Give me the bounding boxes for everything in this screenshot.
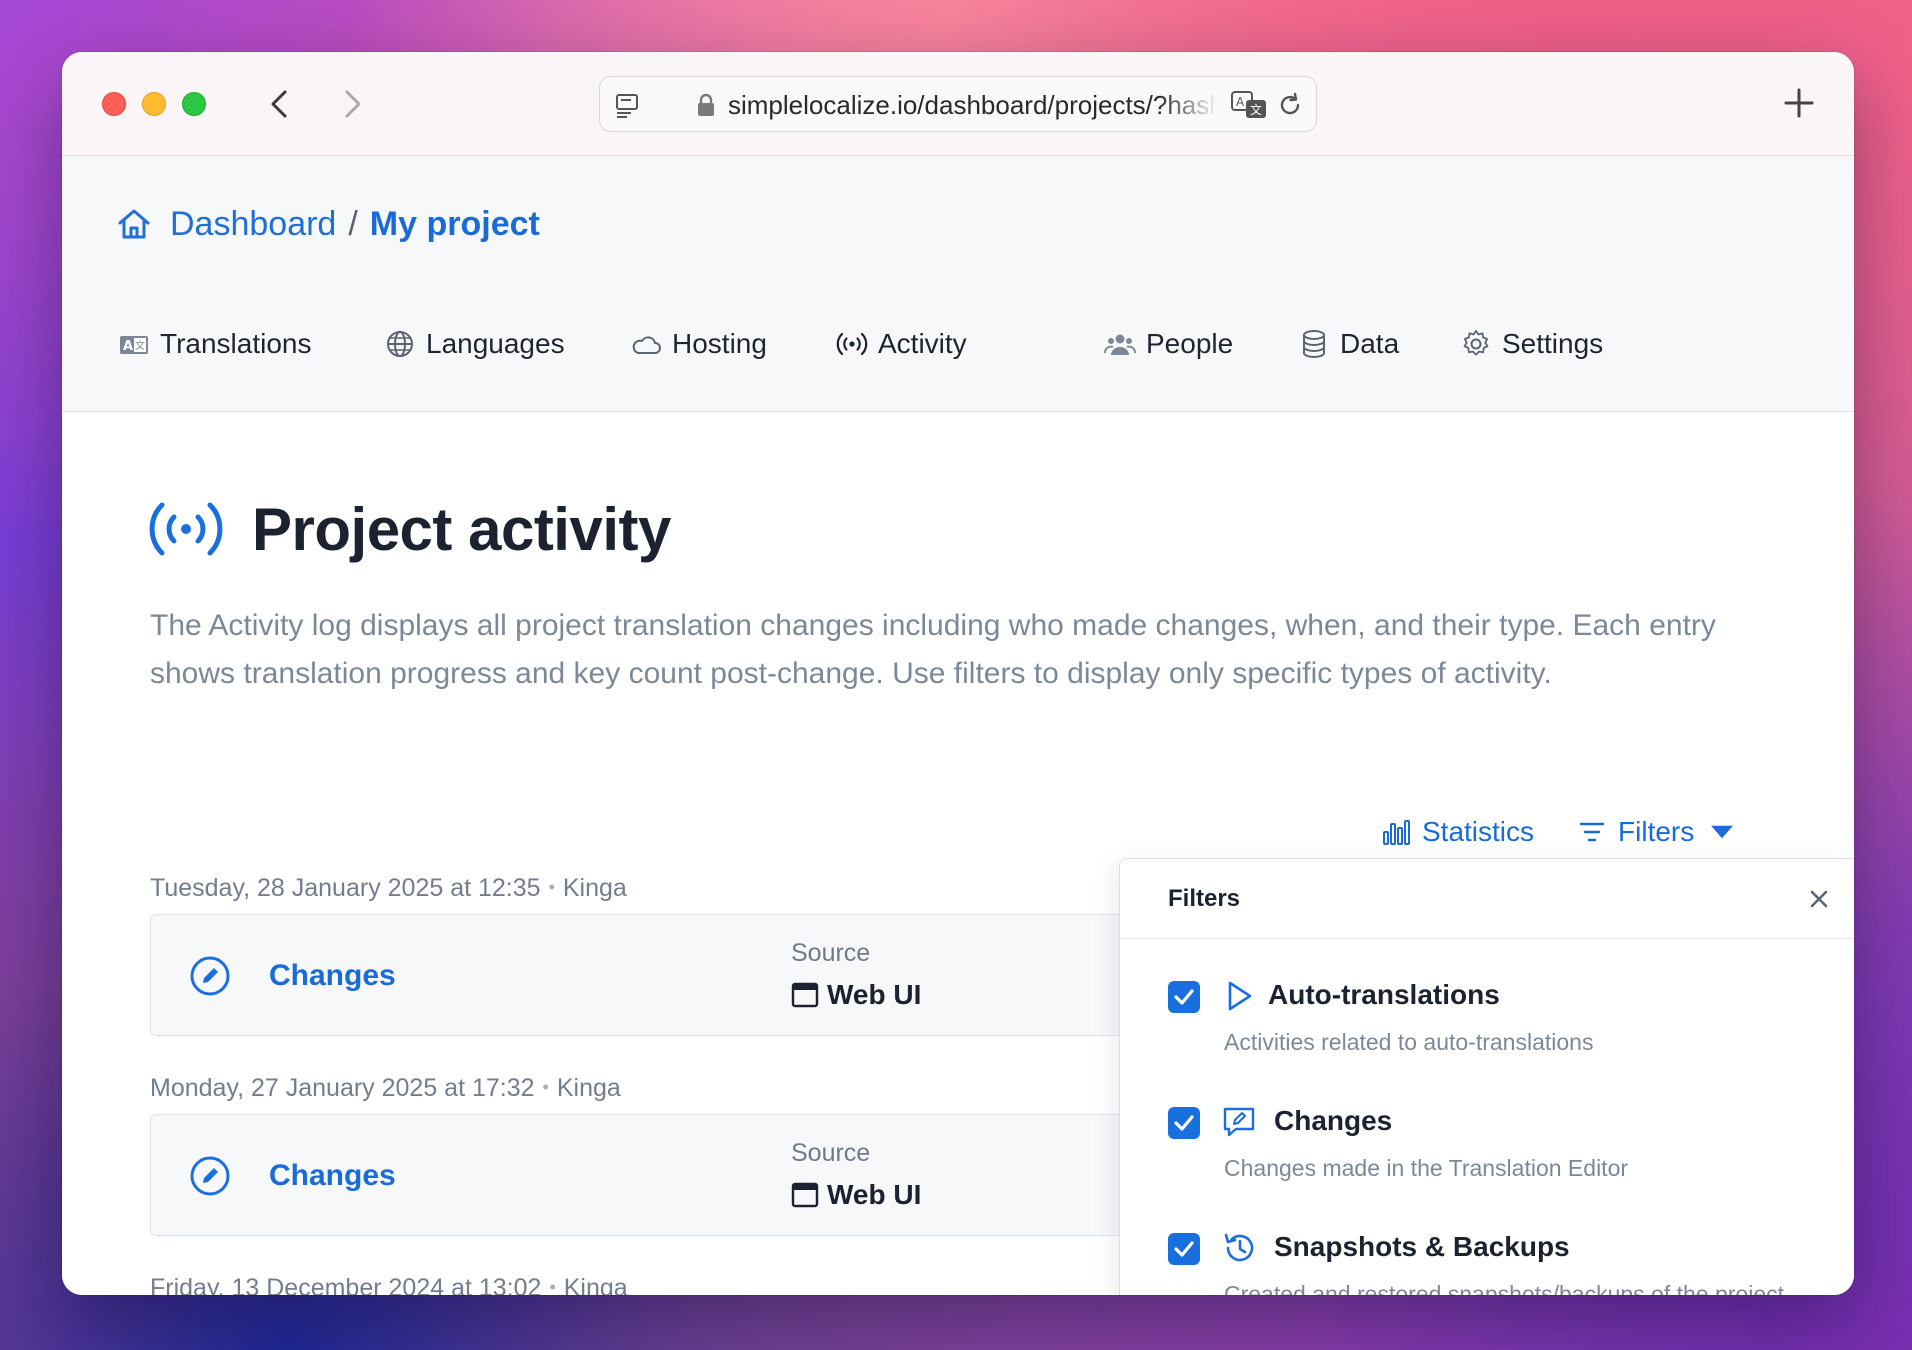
entry-title[interactable]: Changes: [269, 1159, 396, 1193]
gear-icon: [1463, 330, 1489, 356]
entry-user: Kinga: [556, 1074, 621, 1102]
tab-languages[interactable]: Languages: [384, 280, 565, 408]
entry-title[interactable]: Changes: [269, 959, 396, 993]
reload-icon[interactable]: [1276, 91, 1304, 119]
sidebar-toggle-icon[interactable]: [614, 91, 642, 119]
filter-checkbox[interactable]: [1168, 981, 1200, 1013]
tab-translations[interactable]: A 文 Translations: [118, 280, 311, 408]
activity-entry[interactable]: Changes Source Web UI: [150, 1114, 1150, 1236]
page-title-row: Project activity: [148, 494, 671, 564]
browser-window: simplelocalize.io/dashboard/projects/?ha…: [62, 52, 1854, 1295]
tab-label: Translations: [160, 328, 312, 359]
source-label: Source: [791, 1139, 871, 1167]
svg-text:A: A: [1236, 95, 1245, 109]
filter-checkbox[interactable]: [1168, 1107, 1200, 1139]
forward-arrow-icon[interactable]: [334, 86, 370, 122]
translate-page-icon[interactable]: A 文: [1230, 89, 1268, 121]
browser-toolbar: simplelocalize.io/dashboard/projects/?ha…: [62, 52, 1854, 156]
lock-icon: [698, 93, 714, 116]
filter-snapshots-backups[interactable]: Snapshots & Backups Created and restored…: [1168, 1229, 1848, 1295]
entry-user: Kinga: [562, 874, 627, 902]
edit-message-icon: [1223, 1107, 1255, 1137]
statistics-button[interactable]: Statistics: [1382, 816, 1534, 848]
history-icon: [1224, 1233, 1254, 1262]
entry-date-line: Monday, 27 January 2025 at 17:32 • Kinga: [150, 1074, 621, 1102]
filter-label: Snapshots & Backups: [1274, 1231, 1570, 1262]
people-icon: [1104, 334, 1136, 355]
filter-auto-translations[interactable]: Auto-translations Activities related to …: [1168, 977, 1848, 1077]
zoom-window-button[interactable]: [182, 92, 206, 116]
activity-toolbar: Statistics Filters: [1382, 812, 1736, 852]
tab-people[interactable]: People: [1104, 280, 1233, 408]
statistics-label: Statistics: [1422, 816, 1535, 847]
check-icon: [1174, 1115, 1194, 1131]
page-description: The Activity log displays all project tr…: [150, 609, 1716, 690]
source-value: Web UI: [791, 979, 921, 1011]
check-icon: [1174, 1241, 1194, 1257]
entry-user: Kinga: [563, 1274, 628, 1295]
broadcast-icon: [149, 502, 223, 556]
close-icon[interactable]: [1807, 887, 1831, 911]
filters-panel: Filters Auto-translations Activities rel…: [1119, 858, 1854, 1295]
tab-hosting[interactable]: Hosting: [630, 280, 767, 408]
filters-dropdown-button[interactable]: Filters: [1578, 816, 1736, 848]
tab-label: People: [1146, 328, 1234, 359]
breadcrumb: Dashboard / My project: [116, 202, 540, 246]
home-icon[interactable]: [116, 206, 152, 242]
bar-chart-icon: [1383, 820, 1410, 845]
filter-label: Auto-translations: [1268, 979, 1500, 1010]
browser-window-icon: [791, 982, 819, 1008]
filters-label: Filters: [1618, 816, 1695, 847]
tab-label: Activity: [878, 328, 967, 359]
page-title: Project activity: [252, 495, 671, 563]
browser-window-icon: [791, 1182, 819, 1208]
source-label: Source: [791, 939, 871, 967]
tab-data[interactable]: Data: [1298, 280, 1399, 408]
tab-settings[interactable]: Settings: [1460, 280, 1603, 408]
breadcrumb-current-project[interactable]: My project: [370, 205, 540, 244]
database-icon: [1303, 330, 1325, 358]
tab-label: Hosting: [672, 328, 767, 359]
filters-panel-header: Filters: [1120, 859, 1854, 939]
svg-text:文: 文: [1250, 102, 1262, 117]
filter-changes[interactable]: Changes Changes made in the Translation …: [1168, 1103, 1848, 1203]
check-icon: [1174, 989, 1194, 1005]
svg-text:文: 文: [135, 339, 145, 352]
translate-badge-icon: A 文: [120, 336, 148, 354]
filter-description: Activities related to auto-translations: [1224, 1029, 1594, 1055]
tab-label: Settings: [1502, 328, 1604, 359]
source-value: Web UI: [791, 1179, 921, 1211]
entry-date-line: Tuesday, 28 January 2025 at 12:35 • Kinga: [150, 874, 627, 902]
url-text[interactable]: simplelocalize.io/dashboard/projects/?ha…: [728, 90, 1218, 120]
activity-entry[interactable]: Changes Source Web UI: [150, 914, 1150, 1036]
tab-label: Data: [1340, 328, 1400, 359]
globe-icon: [387, 331, 413, 357]
project-header: Dashboard / My project A 文 Translations: [62, 156, 1854, 509]
play-icon: [1228, 981, 1252, 1011]
cloud-icon: [632, 336, 661, 354]
filter-checkbox[interactable]: [1168, 1233, 1200, 1265]
filters-panel-title: Filters: [1168, 885, 1241, 912]
new-tab-plus-icon[interactable]: [1780, 84, 1818, 122]
caret-down-icon: [1711, 825, 1734, 839]
pencil-circle-icon: [190, 1156, 230, 1196]
close-window-button[interactable]: [102, 92, 126, 116]
filter-description: Created and restored snapshots/backups o…: [1224, 1281, 1785, 1295]
breadcrumb-dashboard-link[interactable]: Dashboard: [170, 205, 336, 244]
tab-activity[interactable]: Activity: [836, 280, 967, 408]
broadcast-icon: [836, 332, 868, 356]
address-bar[interactable]: simplelocalize.io/dashboard/projects/?ha…: [599, 76, 1317, 132]
entry-date-line: Friday, 13 December 2024 at 13:02 • Kinga: [150, 1274, 628, 1295]
minimize-window-button[interactable]: [142, 92, 166, 116]
tab-label: Languages: [426, 328, 565, 359]
pencil-circle-icon: [190, 956, 230, 996]
svg-text:A: A: [123, 339, 133, 354]
breadcrumb-separator: /: [348, 204, 358, 243]
filter-description: Changes made in the Translation Editor: [1224, 1155, 1629, 1181]
filter-lines-icon: [1579, 822, 1605, 842]
filter-label: Changes: [1274, 1105, 1393, 1136]
back-arrow-icon[interactable]: [262, 86, 298, 122]
